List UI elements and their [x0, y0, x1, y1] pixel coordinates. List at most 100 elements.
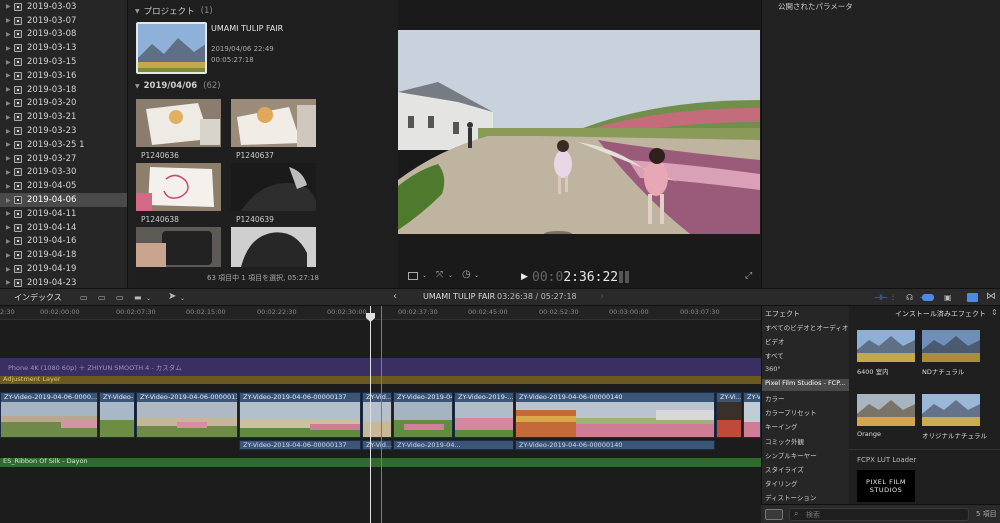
sidebar-event-item[interactable]: ▶ 2019-04-05: [0, 179, 127, 193]
headphones-icon[interactable]: ☊: [906, 293, 913, 302]
sidebar-event-item[interactable]: ▶ 2019-04-16: [0, 235, 127, 249]
view-options-icon[interactable]: [408, 272, 418, 280]
disclosure-triangle-icon[interactable]: ▶: [6, 17, 14, 24]
installed-effects-dropdown[interactable]: インストール済みエフェクト: [895, 309, 986, 319]
timeline-clip[interactable]: ZY-Vid...: [362, 392, 392, 438]
timeline-clip[interactable]: ZY-Video-2019-04-06-00000140: [515, 392, 715, 438]
timeline[interactable]: 2:30 00:02:00:00 00:02:07:30 00:02:15:00 00:…: [0, 306, 761, 523]
pixel-film-studios-logo[interactable]: PIXEL FILM STUDIOS: [857, 470, 915, 502]
sidebar-event-item[interactable]: ▶ 2019-03-16: [0, 69, 127, 83]
connect-clip-icon[interactable]: ▭: [80, 293, 88, 302]
sidebar-event-item[interactable]: ▶ 2019-03-15: [0, 55, 127, 69]
disclosure-triangle-icon[interactable]: ▶: [6, 3, 14, 10]
effects-category-item[interactable]: すべて: [765, 350, 784, 362]
disclosure-triangle-icon[interactable]: ▶: [6, 197, 14, 204]
timeline-clip[interactable]: ZY-Video-2019-04-06-0000...: [0, 392, 98, 438]
effects-category-item[interactable]: スタイライズ: [765, 464, 804, 476]
effects-category-item[interactable]: ディストーション: [765, 492, 816, 504]
transitions-icon[interactable]: ⋈: [986, 291, 996, 302]
sidebar-toggle-icon[interactable]: [765, 509, 783, 520]
sidebar-event-item[interactable]: ▶ 2019-03-21: [0, 110, 127, 124]
append-clip-icon[interactable]: ▭: [116, 293, 124, 302]
disclosure-triangle-icon[interactable]: ▶: [6, 128, 14, 135]
sidebar-event-item[interactable]: ▶ 2019-03-13: [0, 41, 127, 55]
clip-thumbnail[interactable]: [136, 99, 221, 147]
search-field[interactable]: ⌕ 検索: [789, 508, 969, 521]
sidebar-event-item[interactable]: ▶ 2019-04-11: [0, 207, 127, 221]
index-button[interactable]: インデックス: [14, 292, 62, 303]
disclosure-triangle-icon[interactable]: ▶: [6, 279, 14, 286]
clip-appearance-icon[interactable]: ▣: [944, 293, 952, 302]
disclosure-triangle-icon[interactable]: ▶: [6, 252, 14, 259]
clip-thumbnail[interactable]: [136, 227, 221, 267]
disclosure-triangle-icon[interactable]: ▶: [6, 169, 14, 176]
effect-thumbnail[interactable]: [857, 330, 915, 362]
sidebar-event-item[interactable]: ▶ 2019-03-18: [0, 83, 127, 97]
connected-clip[interactable]: ZY-Video-2019-04...: [393, 440, 514, 450]
effects-category-item[interactable]: Pixel Film Studios - FCP...: [762, 378, 850, 391]
disclosure-triangle-icon[interactable]: ▶: [6, 210, 14, 217]
clip-thumbnail[interactable]: [231, 227, 316, 267]
timeline-clip[interactable]: ZY-Video-2019-04-06-00000137: [239, 392, 361, 438]
effects-category-item[interactable]: カラープリセット: [765, 407, 817, 419]
back-icon[interactable]: ‹: [393, 291, 397, 302]
disclosure-triangle-icon[interactable]: ▶: [6, 266, 14, 273]
sidebar-event-item[interactable]: ▶ 2019-04-23: [0, 276, 127, 288]
sidebar-event-item[interactable]: ▶ 2019-03-20: [0, 97, 127, 111]
effects-category-item[interactable]: シンプルキーヤー: [765, 450, 817, 462]
sidebar-event-item[interactable]: ▶ 2019-04-19: [0, 262, 127, 276]
effect-thumbnail[interactable]: [922, 330, 980, 362]
playhead[interactable]: [370, 306, 371, 523]
sidebar-event-item[interactable]: ▶ 2019-03-30: [0, 166, 127, 180]
timeline-clip[interactable]: ZY-Vid...: [743, 392, 761, 438]
disclosure-triangle-icon[interactable]: ▶: [6, 238, 14, 245]
select-tool-icon[interactable]: ➤: [168, 291, 176, 302]
sidebar-event-item[interactable]: ▶ 2019-03-08: [0, 28, 127, 42]
effects-category-item[interactable]: カラー: [765, 393, 785, 405]
disclosure-triangle-icon[interactable]: ▶: [6, 59, 14, 66]
effects-category-item[interactable]: ビデオ: [765, 336, 785, 348]
disclosure-triangle-icon[interactable]: ▶: [6, 114, 14, 121]
clip-thumbnail[interactable]: [136, 163, 221, 211]
timeline-clip[interactable]: ZY-Video-2019-...: [454, 392, 514, 438]
sidebar-event-item[interactable]: ▶ 2019-04-14: [0, 221, 127, 235]
disclosure-triangle-icon[interactable]: ▶: [6, 45, 14, 52]
connected-clip[interactable]: ZY-Vid...: [362, 440, 392, 450]
timeline-clip[interactable]: ZY-Video-2019-04...: [393, 392, 453, 438]
disclosure-triangle-icon[interactable]: ▶: [6, 155, 14, 162]
disclosure-triangle-icon[interactable]: ▶: [6, 72, 14, 79]
audio-skimming-icon[interactable]: ⊣⊢: [874, 293, 888, 302]
disclosure-triangle-icon[interactable]: ▶: [6, 31, 14, 38]
project-thumbnail[interactable]: [136, 22, 207, 74]
updown-chevron-icon[interactable]: ⇕: [991, 308, 998, 317]
chevron-down-icon[interactable]: ⌄: [448, 272, 453, 279]
timeline-clip[interactable]: ZY-Video-2019-04-06-00000136: [136, 392, 238, 438]
chevron-down-icon[interactable]: ⌄: [180, 295, 185, 302]
effects-category-item[interactable]: タイリング: [765, 478, 798, 490]
fullscreen-icon[interactable]: ⤢: [745, 271, 752, 281]
date-section-header[interactable]: ▼ 2019/04/06 (62): [135, 81, 221, 91]
clip-thumbnail[interactable]: [231, 163, 316, 211]
sidebar-event-item[interactable]: ▶ 2019-03-03: [0, 0, 127, 14]
snapping-toggle[interactable]: [922, 294, 934, 301]
sidebar-event-item[interactable]: ▶ 2019-03-23: [0, 124, 127, 138]
effects-category-item[interactable]: すべてのビデオとオーディオ: [765, 322, 848, 334]
transform-icon[interactable]: ⤧: [436, 270, 443, 280]
connected-clip[interactable]: ZY-Video-2019-04-06-00000137: [239, 440, 361, 450]
project-section-header[interactable]: ▼ プロジェクト (1): [135, 5, 213, 17]
disclosure-triangle-icon[interactable]: ▶: [6, 224, 14, 231]
disclosure-triangle-icon[interactable]: ▼: [135, 83, 140, 90]
disclosure-triangle-icon[interactable]: ▶: [6, 183, 14, 190]
chevron-down-icon[interactable]: ⌄: [422, 272, 427, 279]
clip-thumbnail[interactable]: [231, 99, 316, 147]
sidebar-event-item[interactable]: ▶ 2019-03-25 1: [0, 138, 127, 152]
playhead-handle-icon[interactable]: [366, 307, 375, 322]
effects-category-item[interactable]: コミック外観: [765, 436, 804, 448]
effect-thumbnail[interactable]: [922, 394, 980, 426]
skimming-icon[interactable]: ⫶: [892, 293, 894, 303]
video-frame[interactable]: [398, 30, 760, 234]
connected-clip[interactable]: ZY-Video-2019-04-06-00000140: [515, 440, 715, 450]
disclosure-triangle-icon[interactable]: ▼: [135, 8, 140, 15]
chevron-down-icon[interactable]: ⌄: [146, 295, 151, 302]
forward-icon[interactable]: ›: [600, 291, 604, 302]
